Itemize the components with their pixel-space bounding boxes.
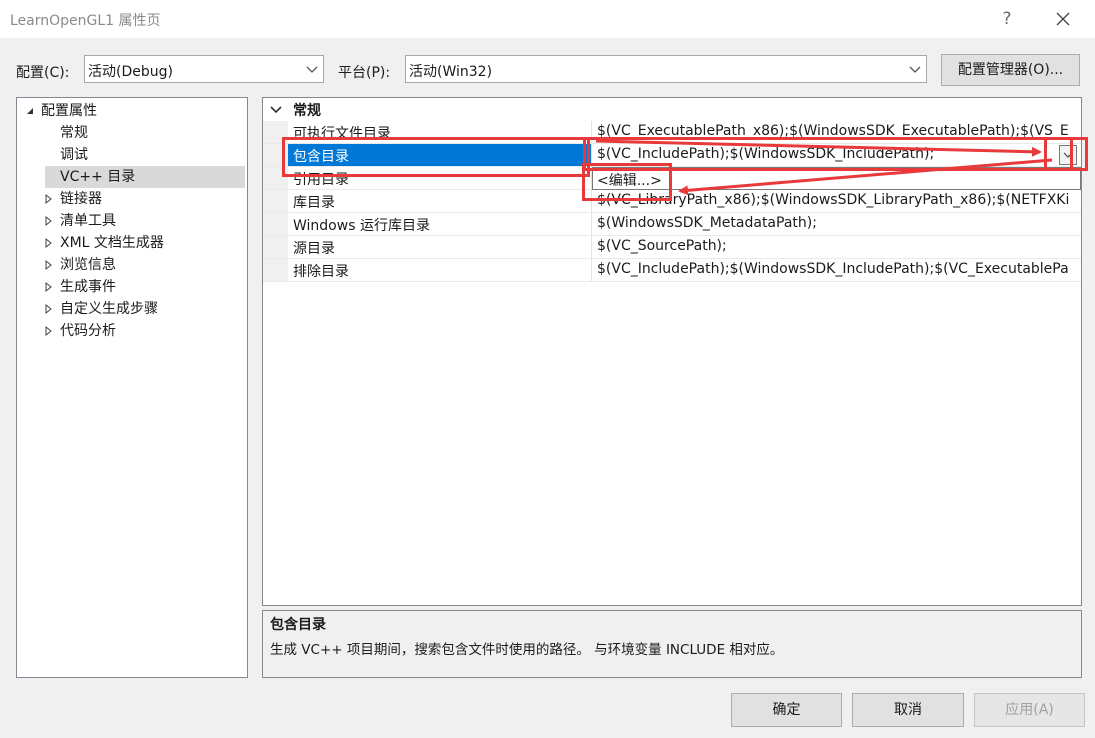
annotation-arrows [595,139,1053,196]
arrow-to-edit [678,158,1053,196]
arrow-to-dropdown [595,139,1042,157]
